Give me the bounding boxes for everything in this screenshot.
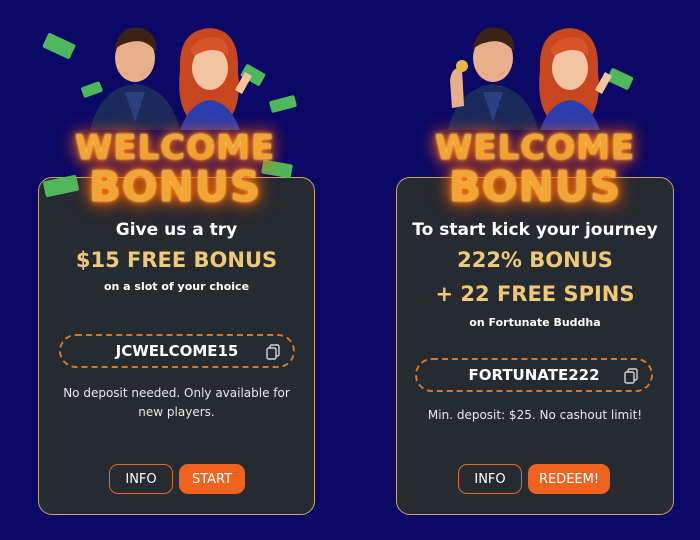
offer-bonus-amount: 222% BONUS — [457, 248, 613, 272]
offer-terms: Min. deposit: $25. No cashout limit! — [427, 408, 643, 422]
bonus-card-welcome15: Give us a try $15 FREE BONUS on a slot o… — [38, 177, 315, 515]
offer-subtitle: on a slot of your choice — [103, 280, 250, 293]
bonus-title: BONUS — [448, 162, 622, 211]
bonus-title: BONUS — [88, 162, 262, 211]
woman-character — [539, 28, 612, 130]
offer-terms: No deposit needed. Only available for ne… — [63, 386, 290, 419]
copy-icon[interactable] — [623, 368, 639, 384]
offer-headline: To start kick your journey — [412, 220, 658, 240]
promo-code: JCWELCOME15 — [115, 342, 239, 360]
start-button[interactable]: START — [179, 464, 245, 494]
woman-character — [179, 28, 252, 130]
offer-free-spins: + 22 FREE SPINS — [435, 282, 635, 306]
copy-icon[interactable] — [265, 344, 281, 360]
offer-subtitle: on Fortunate Buddha — [469, 316, 601, 329]
man-character — [90, 27, 180, 130]
redeem-button[interactable]: REDEEM! — [528, 464, 610, 494]
welcome-bonus-banner: WELCOME BONUS — [30, 10, 320, 211]
man-character — [448, 27, 538, 130]
promo-code-box[interactable]: JCWELCOME15 — [59, 334, 295, 368]
welcome-bonus-banner: WELCOME BONUS — [390, 10, 680, 211]
promo-code-box[interactable]: FORTUNATE222 — [415, 358, 653, 392]
offer-headline: Give us a try — [115, 220, 238, 240]
offer-bonus-amount: $15 FREE BONUS — [75, 248, 278, 272]
promo-code: FORTUNATE222 — [468, 366, 600, 384]
bonus-card-fortunate222: To start kick your journey 222% BONUS + … — [396, 177, 674, 515]
info-button[interactable]: INFO — [458, 464, 522, 494]
info-button[interactable]: INFO — [109, 464, 173, 494]
